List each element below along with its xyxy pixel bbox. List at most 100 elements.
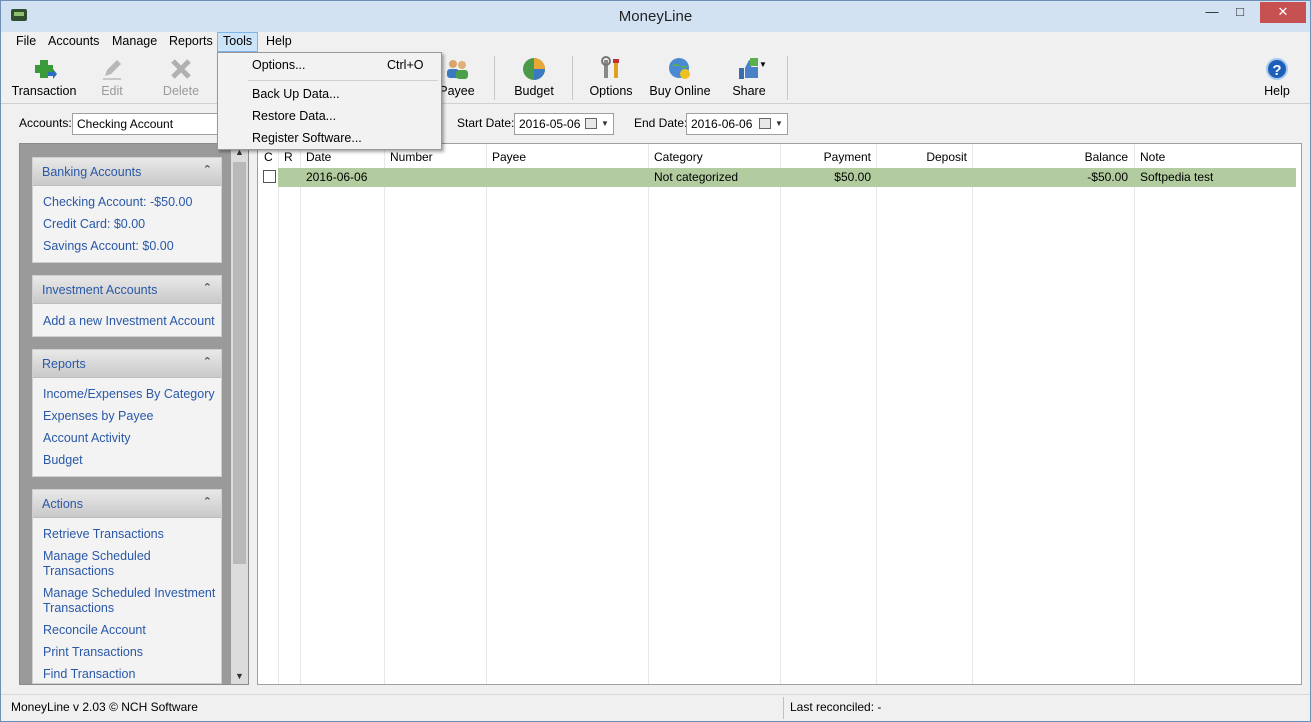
- sidebar-link-account-activity[interactable]: Account Activity: [43, 431, 221, 446]
- globe-icon: [667, 56, 693, 82]
- version-text: MoneyLine v 2.03 © NCH Software: [11, 700, 198, 714]
- col-header-balance[interactable]: Balance: [978, 150, 1128, 164]
- menu-item-backup[interactable]: Back Up Data...: [219, 84, 440, 105]
- cell-date: 2016-06-06: [306, 170, 368, 184]
- edit-label: Edit: [101, 84, 123, 98]
- menu-reports[interactable]: Reports: [164, 32, 218, 52]
- panel-header[interactable]: Investment Accounts ⌃: [33, 276, 221, 304]
- menu-bar: File Accounts Manage Reports Tools Help: [1, 32, 1310, 52]
- budget-label: Budget: [514, 84, 554, 98]
- window-title: MoneyLine: [618, 8, 693, 25]
- help-button[interactable]: ? Help: [1262, 56, 1292, 98]
- transaction-label: Transaction: [11, 84, 77, 98]
- collapse-icon[interactable]: ⌃: [203, 163, 212, 176]
- menu-item-label: Options...: [252, 58, 306, 72]
- col-header-note[interactable]: Note: [1140, 150, 1165, 164]
- sidebar-link-income-expenses[interactable]: Income/Expenses By Category: [43, 387, 221, 402]
- col-header-category[interactable]: Category: [654, 150, 703, 164]
- chevron-down-icon: ▼: [775, 119, 783, 128]
- col-header-deposit[interactable]: Deposit: [882, 150, 967, 164]
- people-icon: [444, 56, 470, 82]
- col-header-payment[interactable]: Payment: [786, 150, 871, 164]
- scroll-thumb[interactable]: [233, 162, 246, 564]
- buy-online-button[interactable]: Buy Online: [649, 56, 711, 102]
- col-header-number[interactable]: Number: [390, 150, 433, 164]
- panel-header[interactable]: Banking Accounts ⌃: [33, 158, 221, 186]
- cell-payment: $50.00: [834, 170, 871, 184]
- status-bar: MoneyLine v 2.03 © NCH Software Last rec…: [1, 694, 1310, 721]
- banking-accounts-panel: Banking Accounts ⌃ Checking Account: -$50…: [32, 157, 222, 263]
- sidebar-link-budget[interactable]: Budget: [43, 453, 221, 468]
- sidebar-link-expenses-payee[interactable]: Expenses by Payee: [43, 409, 221, 424]
- sidebar-scrollbar[interactable]: ▲ ▼: [231, 144, 248, 684]
- delete-x-icon: [168, 56, 194, 82]
- tools-menu: Options... Ctrl+O Back Up Data... Restor…: [217, 52, 442, 150]
- pencil-icon: [99, 56, 125, 82]
- table-row[interactable]: 2016-06-06 Not categorized $50.00 -$50.0…: [278, 168, 1296, 187]
- delete-button[interactable]: Delete: [159, 56, 203, 102]
- col-header-r[interactable]: R: [284, 150, 293, 164]
- collapse-icon[interactable]: ⌃: [203, 355, 212, 368]
- account-select[interactable]: Checking Account: [72, 113, 232, 135]
- sidebar-link-retrieve[interactable]: Retrieve Transactions: [43, 527, 221, 542]
- reports-panel: Reports ⌃ Income/Expenses By Category Exp…: [32, 349, 222, 477]
- sidebar-link-savings[interactable]: Savings Account: $0.00: [43, 239, 221, 254]
- delete-label: Delete: [162, 84, 200, 98]
- col-header-date[interactable]: Date: [306, 150, 331, 164]
- menu-separator: [248, 80, 438, 81]
- panel-title: Reports: [42, 357, 86, 371]
- end-date-picker[interactable]: 2016-06-06 ▼: [686, 113, 788, 135]
- budget-button[interactable]: Budget: [511, 56, 557, 102]
- panel-header[interactable]: Reports ⌃: [33, 350, 221, 378]
- title-bar: MoneyLine — □ ✕: [1, 1, 1310, 32]
- sidebar-link-find[interactable]: Find Transaction: [43, 667, 221, 682]
- scroll-down-icon[interactable]: ▼: [231, 668, 248, 684]
- sidebar-link-print[interactable]: Print Transactions: [43, 645, 221, 660]
- sidebar-link-reconcile[interactable]: Reconcile Account: [43, 623, 221, 638]
- maximize-button[interactable]: □: [1226, 2, 1254, 23]
- panel-header[interactable]: Actions ⌃: [33, 490, 221, 518]
- toolbar-separator: [494, 56, 495, 100]
- minimize-button[interactable]: —: [1198, 2, 1226, 23]
- sidebar: Banking Accounts ⌃ Checking Account: -$50…: [19, 143, 249, 685]
- start-date-value: 2016-05-06: [519, 117, 581, 131]
- menu-tools[interactable]: Tools: [217, 32, 259, 52]
- col-header-payee[interactable]: Payee: [492, 150, 526, 164]
- collapse-icon[interactable]: ⌃: [203, 281, 212, 294]
- help-icon: ?: [1266, 58, 1288, 80]
- col-header-c[interactable]: C: [264, 150, 273, 164]
- cell-category: Not categorized: [654, 170, 739, 184]
- payee-button[interactable]: Payee: [437, 56, 477, 102]
- last-reconciled-text: Last reconciled: -: [790, 700, 882, 714]
- sidebar-link-credit-card[interactable]: Credit Card: $0.00: [43, 217, 221, 232]
- transaction-button[interactable]: Transaction: [11, 56, 77, 102]
- sidebar-link-checking[interactable]: Checking Account: -$50.00: [43, 195, 221, 210]
- panel-title: Actions: [42, 497, 83, 511]
- row-cleared-checkbox[interactable]: [263, 170, 276, 183]
- sidebar-link-scheduled[interactable]: Manage Scheduled Transactions: [43, 549, 173, 579]
- start-date-picker[interactable]: 2016-05-06 ▼: [514, 113, 614, 135]
- wrench-icon: [598, 56, 624, 82]
- filter-bar: Accounts: Checking Account Start Date: 2…: [1, 105, 1310, 141]
- menu-item-register[interactable]: Register Software...: [219, 128, 440, 149]
- options-label: Options: [589, 84, 633, 98]
- grid-header: C R Date Number Payee Category Payment D…: [258, 147, 1301, 167]
- menu-accounts[interactable]: Accounts: [43, 32, 104, 52]
- options-button[interactable]: Options: [587, 56, 635, 102]
- close-button[interactable]: ✕: [1260, 2, 1306, 23]
- menu-file[interactable]: File: [11, 32, 41, 52]
- end-date-label: End Date:: [634, 116, 688, 130]
- panel-title: Investment Accounts: [42, 283, 158, 297]
- calendar-icon: [585, 118, 597, 129]
- collapse-icon[interactable]: ⌃: [203, 495, 212, 508]
- sidebar-link-scheduled-investment[interactable]: Manage Scheduled Investment Transactions: [43, 586, 219, 616]
- sidebar-link-add-investment[interactable]: Add a new Investment Account: [43, 314, 221, 329]
- menu-help[interactable]: Help: [261, 32, 297, 52]
- actions-panel: Actions ⌃ Retrieve Transactions Manage Sc…: [32, 489, 222, 684]
- menu-manage[interactable]: Manage: [107, 32, 162, 52]
- edit-button[interactable]: Edit: [91, 56, 133, 102]
- share-dropdown-arrow-icon[interactable]: ▼: [759, 60, 767, 69]
- investment-accounts-panel: Investment Accounts ⌃ Add a new Investmen…: [32, 275, 222, 337]
- menu-item-options[interactable]: Options... Ctrl+O: [219, 55, 440, 76]
- menu-item-restore[interactable]: Restore Data...: [219, 106, 440, 127]
